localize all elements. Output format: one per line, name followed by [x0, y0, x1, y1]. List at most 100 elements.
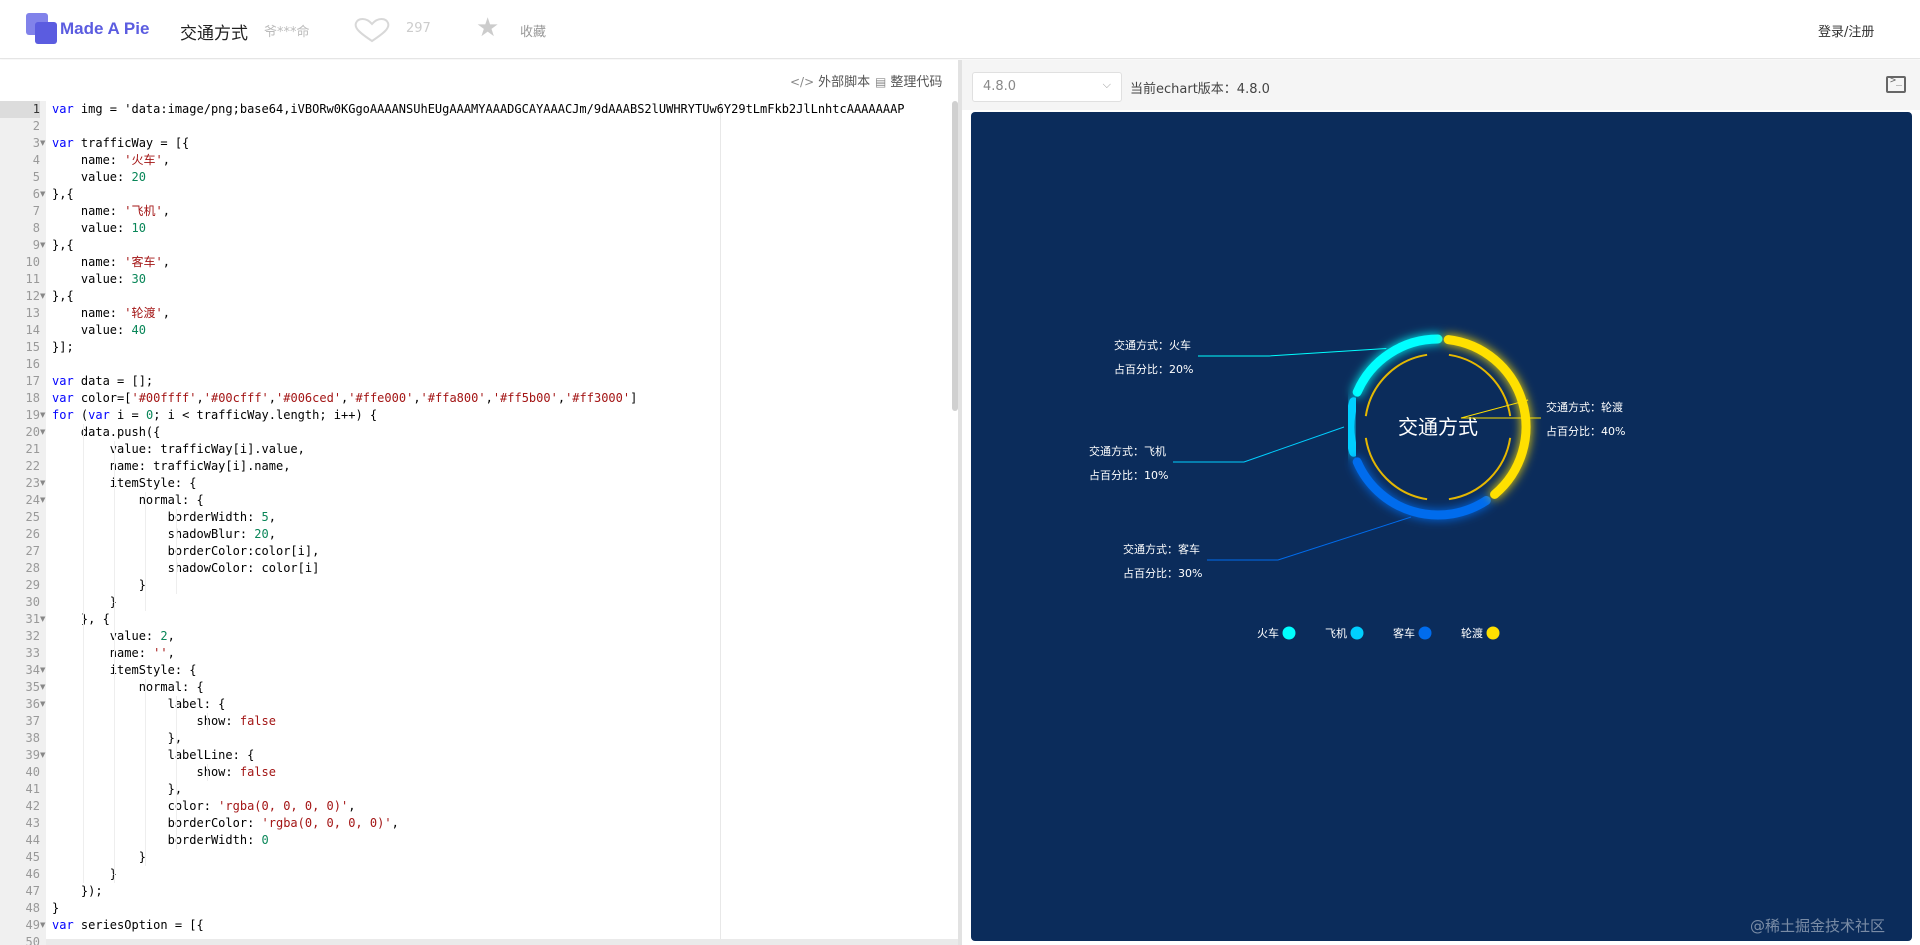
- code-line[interactable]: shadowBlur: 20,: [52, 526, 276, 543]
- editor-toolbar: </> 外部脚本 ▤ 整理代码: [0, 60, 958, 100]
- code-line[interactable]: value: 10: [52, 220, 146, 237]
- code-line[interactable]: }];: [52, 339, 74, 356]
- format-code-button[interactable]: ▤ 整理代码: [875, 71, 942, 90]
- indent-guide: [83, 424, 84, 883]
- code-line[interactable]: var img = 'data:image/png;base64,iVBORw0…: [52, 101, 905, 118]
- code-line[interactable]: borderColor: 'rgba(0, 0, 0, 0)',: [52, 815, 399, 832]
- line-number: 42: [25, 799, 40, 813]
- code-line[interactable]: name: '飞机',: [52, 203, 170, 220]
- code-line[interactable]: }: [52, 849, 146, 866]
- fold-toggle-icon[interactable]: ▼: [40, 186, 45, 203]
- fold-toggle-icon[interactable]: ▼: [40, 662, 45, 679]
- line-number: 20: [25, 425, 40, 439]
- code-line[interactable]: value: trafficWay[i].value,: [52, 441, 305, 458]
- like-heart-icon[interactable]: [352, 17, 392, 43]
- line-number: 50: [25, 935, 40, 945]
- code-line[interactable]: },{: [52, 186, 74, 203]
- external-scripts-button[interactable]: </> 外部脚本: [790, 71, 870, 90]
- line-number: 22: [25, 459, 40, 473]
- fold-toggle-icon[interactable]: ▼: [40, 679, 45, 696]
- code-line[interactable]: borderWidth: 5,: [52, 509, 276, 526]
- code-line[interactable]: value: 30: [52, 271, 146, 288]
- code-line[interactable]: }: [52, 866, 117, 883]
- code-line[interactable]: var color=['#00ffff','#00cfff','#006ced'…: [52, 390, 637, 407]
- format-icon: ▤: [875, 75, 887, 89]
- fold-toggle-icon[interactable]: ▼: [40, 917, 45, 934]
- code-line[interactable]: show: false: [52, 713, 275, 730]
- fold-toggle-icon[interactable]: ▼: [40, 611, 45, 628]
- code-line[interactable]: itemStyle: {: [52, 662, 197, 679]
- line-number: 12: [25, 289, 40, 303]
- code-line[interactable]: name: trafficWay[i].name,: [52, 458, 291, 475]
- fold-toggle-icon[interactable]: ▼: [40, 237, 45, 254]
- legend-label: 轮渡: [1461, 626, 1483, 640]
- fold-toggle-icon[interactable]: ▼: [40, 288, 45, 305]
- code-line[interactable]: },{: [52, 237, 74, 254]
- author-name[interactable]: 爷***命: [264, 21, 310, 40]
- code-line[interactable]: value: 20: [52, 169, 146, 186]
- favorite-button[interactable]: 收藏: [520, 21, 546, 40]
- code-line[interactable]: shadowColor: color[i]: [52, 560, 320, 577]
- login-register-link[interactable]: 登录/注册: [1818, 21, 1874, 40]
- line-number: 38: [25, 731, 40, 745]
- fold-toggle-icon[interactable]: ▼: [40, 424, 45, 441]
- code-line[interactable]: name: '客车',: [52, 254, 170, 271]
- line-number: 21: [25, 442, 40, 456]
- fold-toggle-icon[interactable]: ▼: [40, 407, 45, 424]
- code-line[interactable]: },: [52, 781, 182, 798]
- code-line[interactable]: },: [52, 730, 182, 747]
- code-line[interactable]: var data = [];: [52, 373, 153, 390]
- code-line[interactable]: }: [52, 900, 59, 917]
- code-line[interactable]: }, {: [52, 611, 110, 628]
- code-line[interactable]: borderColor:color[i],: [52, 543, 320, 560]
- pane-divider[interactable]: [958, 60, 962, 945]
- line-number: 9: [32, 238, 40, 252]
- fold-toggle-icon[interactable]: ▼: [40, 475, 45, 492]
- line-number: 23: [25, 476, 40, 490]
- code-line[interactable]: show: false: [52, 764, 275, 781]
- line-number: 25: [25, 510, 40, 524]
- line-number: 37: [25, 714, 40, 728]
- editor-horizontal-scrollbar[interactable]: [46, 939, 958, 945]
- code-line[interactable]: }: [52, 594, 117, 611]
- line-number: 49: [25, 918, 40, 932]
- terminal-icon[interactable]: >_: [1886, 75, 1906, 93]
- line-number: 13: [25, 306, 40, 320]
- code-line[interactable]: normal: {: [52, 679, 204, 696]
- code-line[interactable]: borderWidth: 0: [52, 832, 269, 849]
- slice-label-percent: 占百分比：40%: [1546, 424, 1625, 438]
- fold-toggle-icon[interactable]: ▼: [40, 747, 45, 764]
- code-line[interactable]: var seriesOption = [{: [52, 917, 204, 934]
- code-editor[interactable]: 1 2 3 ▼ 4 5 6 ▼ 7 8 9 ▼ 10 11 12 ▼ 13 14 15 16 17 18 19 ▼ 20 ▼ 21 2…: [0, 101, 958, 945]
- line-number: 35: [25, 680, 40, 694]
- code-line[interactable]: normal: {: [52, 492, 204, 509]
- line-number: 30: [25, 595, 40, 609]
- slice-label-percent: 占百分比：10%: [1089, 468, 1168, 482]
- line-number: 7: [32, 204, 40, 218]
- chart-panel: 交通方式 交通方式：火车 占百分比：20% 交通方式：飞机 占百分比：10% 交通方式：客…: [971, 112, 1912, 941]
- version-select[interactable]: 4.8.0 ⌵: [972, 72, 1122, 102]
- fold-toggle-icon[interactable]: ▼: [40, 696, 45, 713]
- code-line[interactable]: }: [52, 577, 146, 594]
- code-area[interactable]: var img = 'data:image/png;base64,iVBORw0…: [52, 101, 958, 945]
- fold-toggle-icon[interactable]: ▼: [40, 135, 45, 152]
- star-icon[interactable]: ★: [476, 15, 499, 41]
- brand-name[interactable]: Made A Pie: [60, 19, 149, 39]
- code-line[interactable]: var trafficWay = [{: [52, 135, 189, 152]
- code-line[interactable]: itemStyle: {: [52, 475, 197, 492]
- code-line[interactable]: data.push({: [52, 424, 160, 441]
- code-line[interactable]: },{: [52, 288, 74, 305]
- code-line[interactable]: for (var i = 0; i < trafficWay.length; i…: [52, 407, 377, 424]
- line-number: 11: [25, 272, 40, 286]
- code-line[interactable]: label: {: [52, 696, 226, 713]
- code-icon: </>: [790, 75, 815, 89]
- line-number: 36: [25, 697, 40, 711]
- code-line[interactable]: });: [52, 883, 103, 900]
- code-line[interactable]: color: 'rgba(0, 0, 0, 0)',: [52, 798, 356, 815]
- code-line[interactable]: value: 40: [52, 322, 146, 339]
- logo-icon[interactable]: [26, 13, 58, 45]
- fold-toggle-icon[interactable]: ▼: [40, 492, 45, 509]
- code-line[interactable]: name: '轮渡',: [52, 305, 170, 322]
- line-number: 46: [25, 867, 40, 881]
- code-line[interactable]: name: '火车',: [52, 152, 170, 169]
